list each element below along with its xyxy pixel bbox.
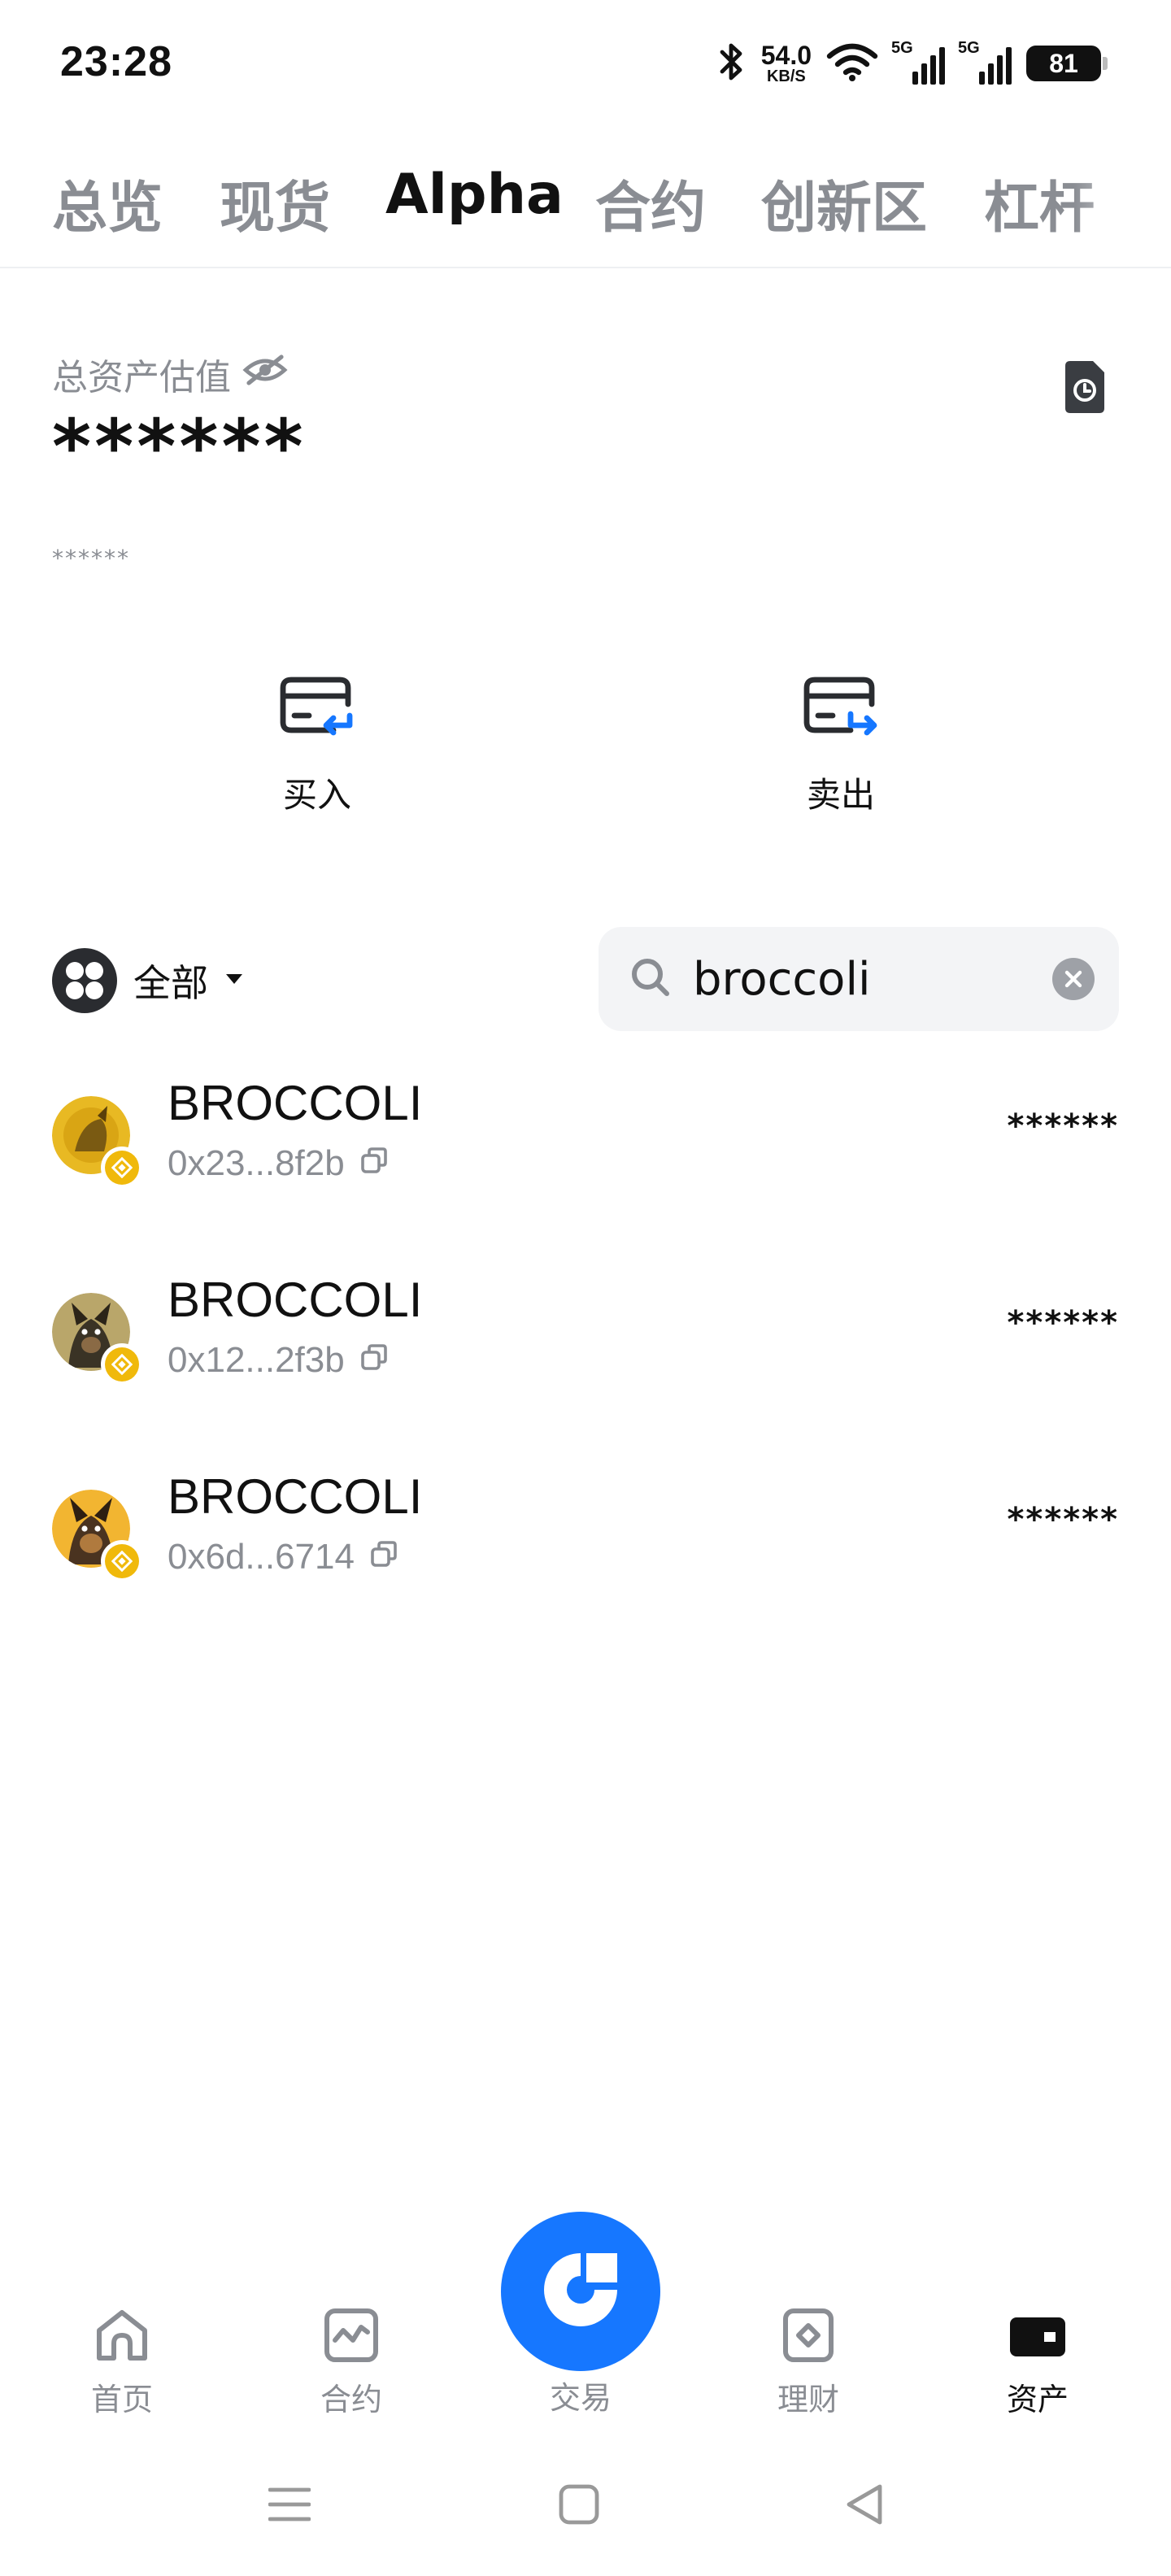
token-balance: ****** (1007, 1107, 1119, 1145)
tab-spot[interactable]: 现货 (220, 163, 330, 243)
system-nav-bar (0, 2456, 1171, 2553)
sell-button[interactable]: 卖出 (760, 675, 922, 817)
nav-earn-label: 理财 (777, 2382, 839, 2417)
all-chains-icon (52, 948, 117, 1013)
chain-filter-dropdown[interactable]: 全部 (52, 946, 244, 1015)
tab-alpha[interactable]: Alpha (385, 163, 564, 227)
status-icons: 54.0 KB/S 5G 5G 81 (717, 39, 1108, 88)
search-icon (629, 956, 672, 1002)
battery-icon: 81 (1026, 46, 1108, 81)
token-balance: ****** (1007, 1304, 1119, 1342)
signal-1-tag: 5G (891, 39, 913, 57)
status-time: 23:28 (60, 38, 172, 85)
caret-down-icon (224, 973, 244, 989)
tab-innovation-zone[interactable]: 创新区 (761, 163, 927, 243)
token-row[interactable]: BROCCOLI 0x23...8f2b ****** (0, 1057, 1171, 1220)
back-icon[interactable] (841, 2480, 890, 2529)
total-assets-sub-value: ****** (52, 545, 130, 572)
token-address: 0x23...8f2b (168, 1143, 389, 1184)
home-square-icon[interactable] (555, 2480, 603, 2529)
nav-trade-label: 交易 (549, 2380, 612, 2416)
token-name: BROCCOLI (168, 1273, 423, 1327)
token-name: BROCCOLI (168, 1469, 423, 1524)
status-bar: 23:28 54.0 KB/S 5G 5G 81 (0, 0, 1171, 130)
total-assets-label-text: 总资产估值 (52, 357, 231, 398)
buy-button[interactable]: 买入 (236, 675, 398, 817)
nav-home-label: 首页 (90, 2382, 153, 2417)
search-input-value[interactable]: broccoli (693, 953, 1052, 1006)
signal-2-tag: 5G (958, 39, 980, 57)
copy-icon[interactable] (359, 1340, 389, 1381)
token-row[interactable]: BROCCOLI 0x12...2f3b ****** (0, 1254, 1171, 1416)
token-address-text: 0x23...8f2b (168, 1143, 345, 1183)
wallet-icon (1008, 2308, 1067, 2366)
nav-assets-label: 资产 (1006, 2382, 1069, 2417)
history-record-icon[interactable] (1062, 359, 1108, 415)
cell-signal-1-icon: 5G (891, 39, 945, 85)
bnb-chain-badge-icon (101, 1540, 143, 1582)
battery-level: 81 (1049, 48, 1078, 78)
chain-filter-label: 全部 (133, 961, 208, 1005)
nav-home[interactable]: 首页 (57, 2308, 187, 2419)
earn-icon (779, 2308, 838, 2366)
cell-signal-2-icon: 5G (958, 39, 1012, 85)
bottom-nav: 首页 合约 交易 理财 资产 (0, 2195, 1171, 2439)
nav-futures-label: 合约 (320, 2382, 382, 2417)
tab-futures[interactable]: 合约 (595, 163, 706, 243)
nav-assets[interactable]: 资产 (973, 2308, 1103, 2419)
total-assets-label: 总资产估值 (52, 348, 288, 400)
net-speed-value: 54.0 (760, 41, 812, 70)
search-input[interactable]: broccoli (599, 927, 1119, 1031)
tab-overview[interactable]: 总览 (52, 163, 163, 243)
token-address-text: 0x6d...6714 (168, 1537, 355, 1577)
net-speed-unit: KB/S (766, 67, 806, 85)
token-name: BROCCOLI (168, 1076, 423, 1130)
token-address: 0x6d...6714 (168, 1537, 398, 1577)
menu-icon[interactable] (265, 2480, 314, 2529)
tabs-fade (1073, 146, 1171, 267)
sell-card-icon (802, 675, 880, 746)
futures-chart-icon (322, 2308, 381, 2366)
token-address-text: 0x12...2f3b (168, 1340, 345, 1380)
sell-label: 卖出 (806, 775, 875, 815)
bluetooth-icon (717, 41, 747, 86)
trade-logo-icon (536, 2245, 625, 2338)
bnb-chain-badge-icon (101, 1343, 143, 1386)
nav-futures[interactable]: 合约 (286, 2308, 416, 2419)
bnb-chain-badge-icon (101, 1147, 143, 1189)
nav-earn[interactable]: 理财 (743, 2308, 873, 2419)
copy-icon[interactable] (369, 1537, 398, 1577)
token-balance: ****** (1007, 1501, 1119, 1538)
close-icon (1064, 970, 1082, 988)
total-assets-value: ****** (52, 403, 307, 490)
trade-button[interactable] (501, 2212, 660, 2371)
token-address: 0x12...2f3b (168, 1340, 389, 1381)
buy-label: 买入 (282, 775, 351, 815)
buy-card-icon (278, 675, 356, 746)
wifi-icon (826, 41, 878, 85)
copy-icon[interactable] (359, 1143, 389, 1184)
top-tabs: 总览 现货 Alpha 合约 创新区 杠杆 (0, 146, 1171, 268)
clear-search-button[interactable] (1052, 958, 1095, 1000)
home-icon (93, 2308, 151, 2366)
token-row[interactable]: BROCCOLI 0x6d...6714 ****** (0, 1451, 1171, 1613)
eye-hidden-icon[interactable] (242, 354, 288, 395)
net-speed: 54.0 KB/S (761, 42, 812, 85)
